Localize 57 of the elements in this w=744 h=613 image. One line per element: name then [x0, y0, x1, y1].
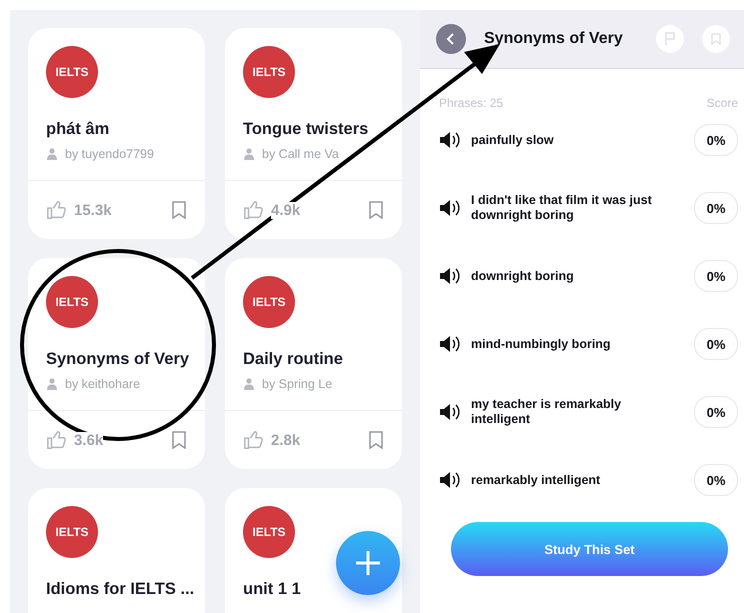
score-pill: 0% — [694, 396, 738, 428]
phrase-text: painfully slow — [471, 132, 555, 148]
score-pill: 0% — [694, 260, 738, 292]
phrase-text: downright boring — [471, 268, 575, 284]
chevron-left-icon — [446, 32, 456, 46]
set-title: phát âm — [46, 120, 110, 139]
author-name: by keithohare — [65, 377, 140, 391]
set-card[interactable]: IELTS Daily routine by Spring Le 2.8k — [225, 258, 402, 469]
back-button[interactable] — [436, 24, 466, 54]
thumbs-up-icon[interactable] — [46, 429, 68, 451]
score-pill: 0% — [694, 464, 738, 496]
like-count: 2.8k — [271, 432, 300, 448]
score-pill: 0% — [694, 124, 738, 156]
author-name: by Spring Le — [262, 377, 332, 391]
author-name: by tuyendo7799 — [65, 147, 154, 161]
bookmark-icon[interactable] — [368, 431, 384, 449]
person-icon — [243, 378, 255, 390]
set-badge: IELTS — [46, 276, 98, 328]
score-pill: 0% — [694, 328, 738, 360]
score-heading: Score — [706, 96, 738, 110]
like-count: 3.6k — [74, 432, 104, 448]
set-card[interactable]: IELTS Synonyms of Very by keithohare 3.6k — [28, 258, 205, 469]
person-icon — [243, 148, 255, 160]
flag-icon — [664, 32, 676, 46]
set-title: unit 1 1 — [243, 580, 302, 599]
score-pill: 0% — [694, 192, 738, 224]
like-count: 15.3k — [74, 202, 112, 218]
phrase-count: Phrases: 25 — [439, 96, 504, 110]
author-name: by Call me Va — [262, 147, 339, 161]
phrase-text: mind-numbingly boring — [471, 336, 612, 352]
phrase-text: remarkably intelligent — [471, 472, 602, 488]
set-card[interactable]: IELTS Idioms for IELTS ... — [28, 488, 205, 613]
person-icon — [46, 378, 58, 390]
set-title: Idioms for IELTS ... — [46, 580, 196, 599]
like-count: 4.9k — [271, 202, 300, 218]
set-badge: IELTS — [46, 506, 98, 558]
plus-icon — [354, 549, 382, 577]
set-card[interactable]: IELTS Tongue twisters by Call me Va 4.9k — [225, 28, 402, 239]
set-title: Daily routine — [243, 350, 344, 369]
set-badge: IELTS — [243, 276, 295, 328]
bookmark-icon[interactable] — [368, 201, 384, 219]
set-title: Tongue twisters — [243, 120, 370, 139]
phrase-text: I didn't like that film it was just downright boring — [471, 193, 653, 223]
person-icon — [46, 148, 58, 160]
thumbs-up-icon[interactable] — [243, 199, 265, 221]
set-title: Synonyms of Very — [46, 350, 190, 369]
bookmark-icon — [711, 33, 721, 45]
thumbs-up-icon[interactable] — [46, 199, 68, 221]
thumbs-up-icon[interactable] — [243, 429, 265, 451]
set-title: Synonyms of Very — [484, 30, 624, 48]
phrase-text: my teacher is remarkably intelligent — [471, 397, 622, 427]
set-card[interactable]: IELTS phát âm by tuyendo7799 15.3k — [28, 28, 205, 239]
bookmark-icon[interactable] — [171, 431, 187, 449]
set-badge: IELTS — [243, 46, 295, 98]
bookmark-icon[interactable] — [171, 201, 187, 219]
set-badge: IELTS — [243, 506, 295, 558]
set-badge: IELTS — [46, 46, 98, 98]
